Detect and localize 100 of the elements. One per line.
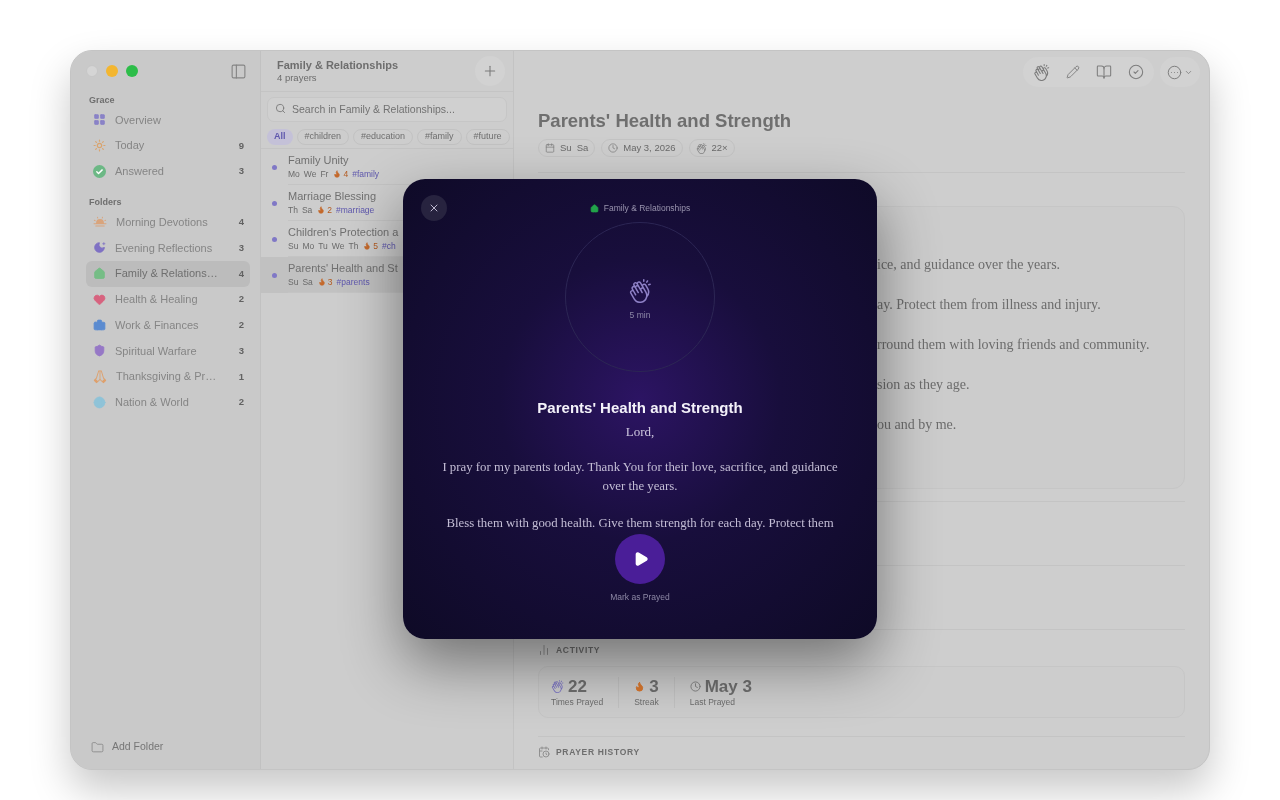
item-count: 2 [238, 395, 244, 410]
sidebar-toggle-icon[interactable] [230, 62, 247, 80]
prayer-title: Children's Protection a [288, 226, 399, 239]
day-label: Fr [320, 169, 329, 179]
stat-label: Times Prayed [551, 696, 604, 708]
pencil-icon[interactable] [1066, 65, 1080, 79]
prayer-text-line: sion as they age. [877, 376, 970, 394]
search-field[interactable]: Search in Family & Relationships... [267, 96, 507, 122]
calendar-clock-icon [538, 746, 550, 758]
folder-icon [91, 740, 104, 754]
item-count: 1 [238, 369, 244, 384]
plus-icon [482, 63, 498, 79]
folder-label: Family & Relationships [603, 201, 691, 215]
sidebar-item[interactable]: Health & Healing 2 [86, 286, 250, 313]
close-icon [428, 202, 440, 214]
stat-value: 22 [568, 676, 587, 697]
sidebar-item[interactable]: Nation & World 2 [86, 389, 250, 416]
close-button[interactable] [421, 195, 447, 221]
count-label: 22× [711, 140, 728, 155]
sidebar-item[interactable]: Morning Devotions 4 [86, 209, 250, 235]
streak-count: 5 [373, 241, 379, 251]
item-count: 2 [238, 318, 244, 332]
greeting-text: Lord, [625, 423, 655, 441]
flame-icon [317, 206, 326, 214]
sidebar-item[interactable]: Spiritual Warfare 3 [86, 338, 250, 364]
day-label: We [303, 169, 317, 179]
clapping-hands-icon[interactable] [1033, 63, 1050, 81]
tag-filter-chip[interactable]: All [267, 129, 293, 145]
prayer-paragraph: I pray for my parents today. Thank You for their love, sacrifice, and guidance over the years. [441, 459, 839, 495]
item-count: 3 [238, 343, 244, 358]
prayer-title: Marriage Blessing [288, 190, 377, 203]
item-count: 9 [238, 138, 244, 153]
day-label: Tu [318, 241, 328, 251]
flame-icon [317, 278, 326, 286]
prayer-text-line: ay. Protect them from illness and injury. [877, 296, 1101, 314]
prayer-text-line: ou and by me. [877, 416, 957, 434]
sidebar-item[interactable]: Thanksgiving & Pr… 1 [86, 363, 250, 390]
clapping-hands-icon [628, 278, 652, 303]
search-icon [275, 103, 286, 114]
item-count: 4 [238, 266, 244, 281]
section-heading: Grace [89, 94, 115, 106]
prayer-title: Parents' Health and St [288, 262, 398, 275]
sidebar-item[interactable]: Answered 3 [86, 158, 250, 185]
modal-prayer-title: Parents' Health and Strength [537, 398, 743, 418]
list-subtitle: 4 prayers [277, 72, 318, 83]
streak-count: 2 [327, 205, 333, 215]
streak-count: 3 [327, 277, 333, 287]
item-count: 4 [238, 215, 244, 229]
minimize-window-button[interactable] [106, 65, 118, 77]
clock-icon [608, 143, 619, 153]
clapping-hands-icon [695, 142, 707, 154]
day-label: Mo [302, 241, 315, 251]
day-label: Sa [302, 277, 313, 287]
clapping-hands-icon [551, 680, 564, 693]
bar-chart-icon [538, 644, 550, 656]
day-label: Su [560, 140, 572, 155]
calendar-icon [545, 143, 555, 153]
day-label: Su [288, 241, 299, 251]
prayer-text-line: rround them with loving friends and community. [877, 336, 1150, 354]
section-heading: Folders [89, 196, 122, 209]
date-label: May 3, 2026 [623, 140, 676, 155]
add-folder-button[interactable]: Add Folder [91, 739, 164, 755]
ellipsis-circle-icon [1167, 64, 1182, 80]
book-icon[interactable] [1096, 64, 1112, 80]
stat-label: Streak [634, 696, 659, 708]
prayer-title: Family Unity [288, 154, 349, 167]
prayer-text-line: ice, and guidance over the years. [877, 256, 1061, 274]
check-circle-icon[interactable] [1128, 64, 1144, 80]
day-label: Sa [301, 205, 313, 215]
section-heading: PRAYER HISTORY [556, 745, 640, 759]
list-title: Family & Relationships [277, 59, 399, 72]
zoom-window-button[interactable] [126, 65, 138, 77]
flame-icon [363, 242, 372, 250]
more-menu-button[interactable] [1160, 57, 1200, 87]
flame-icon [333, 170, 342, 178]
add-prayer-button[interactable] [475, 56, 505, 86]
streak-count: 4 [343, 169, 349, 179]
house-icon [589, 203, 599, 213]
tag-label: #parents [336, 277, 370, 287]
sidebar-item[interactable]: Today 9 [86, 132, 250, 159]
stat-value: 3 [649, 676, 659, 697]
sidebar-item[interactable]: Family & Relations… 4 [86, 260, 250, 287]
sidebar-item[interactable]: Overview [86, 107, 250, 133]
item-count: 3 [238, 240, 244, 255]
sidebar-item[interactable]: Evening Reflections 3 [86, 235, 250, 261]
sidebar-item[interactable]: Work & Finances 2 [86, 312, 250, 338]
clock-icon [689, 681, 701, 692]
day-label: Th [288, 205, 298, 215]
play-icon [633, 551, 649, 567]
day-label: Sa [576, 140, 589, 155]
mark-as-prayed-label[interactable]: Mark as Prayed [610, 592, 670, 603]
item-count: 2 [238, 292, 244, 307]
prayer-paragraph: Bless them with good health. Give them strength for each day. Protect them [446, 515, 834, 532]
day-label: Mo [288, 169, 300, 179]
duration-label: 5 min [629, 309, 651, 320]
day-label: Th [348, 241, 359, 251]
play-button[interactable] [615, 534, 665, 584]
day-label: Su [288, 277, 299, 287]
prayer-title: Parents' Health and Strength [538, 109, 792, 133]
section-heading: ACTIVITY [556, 643, 601, 657]
